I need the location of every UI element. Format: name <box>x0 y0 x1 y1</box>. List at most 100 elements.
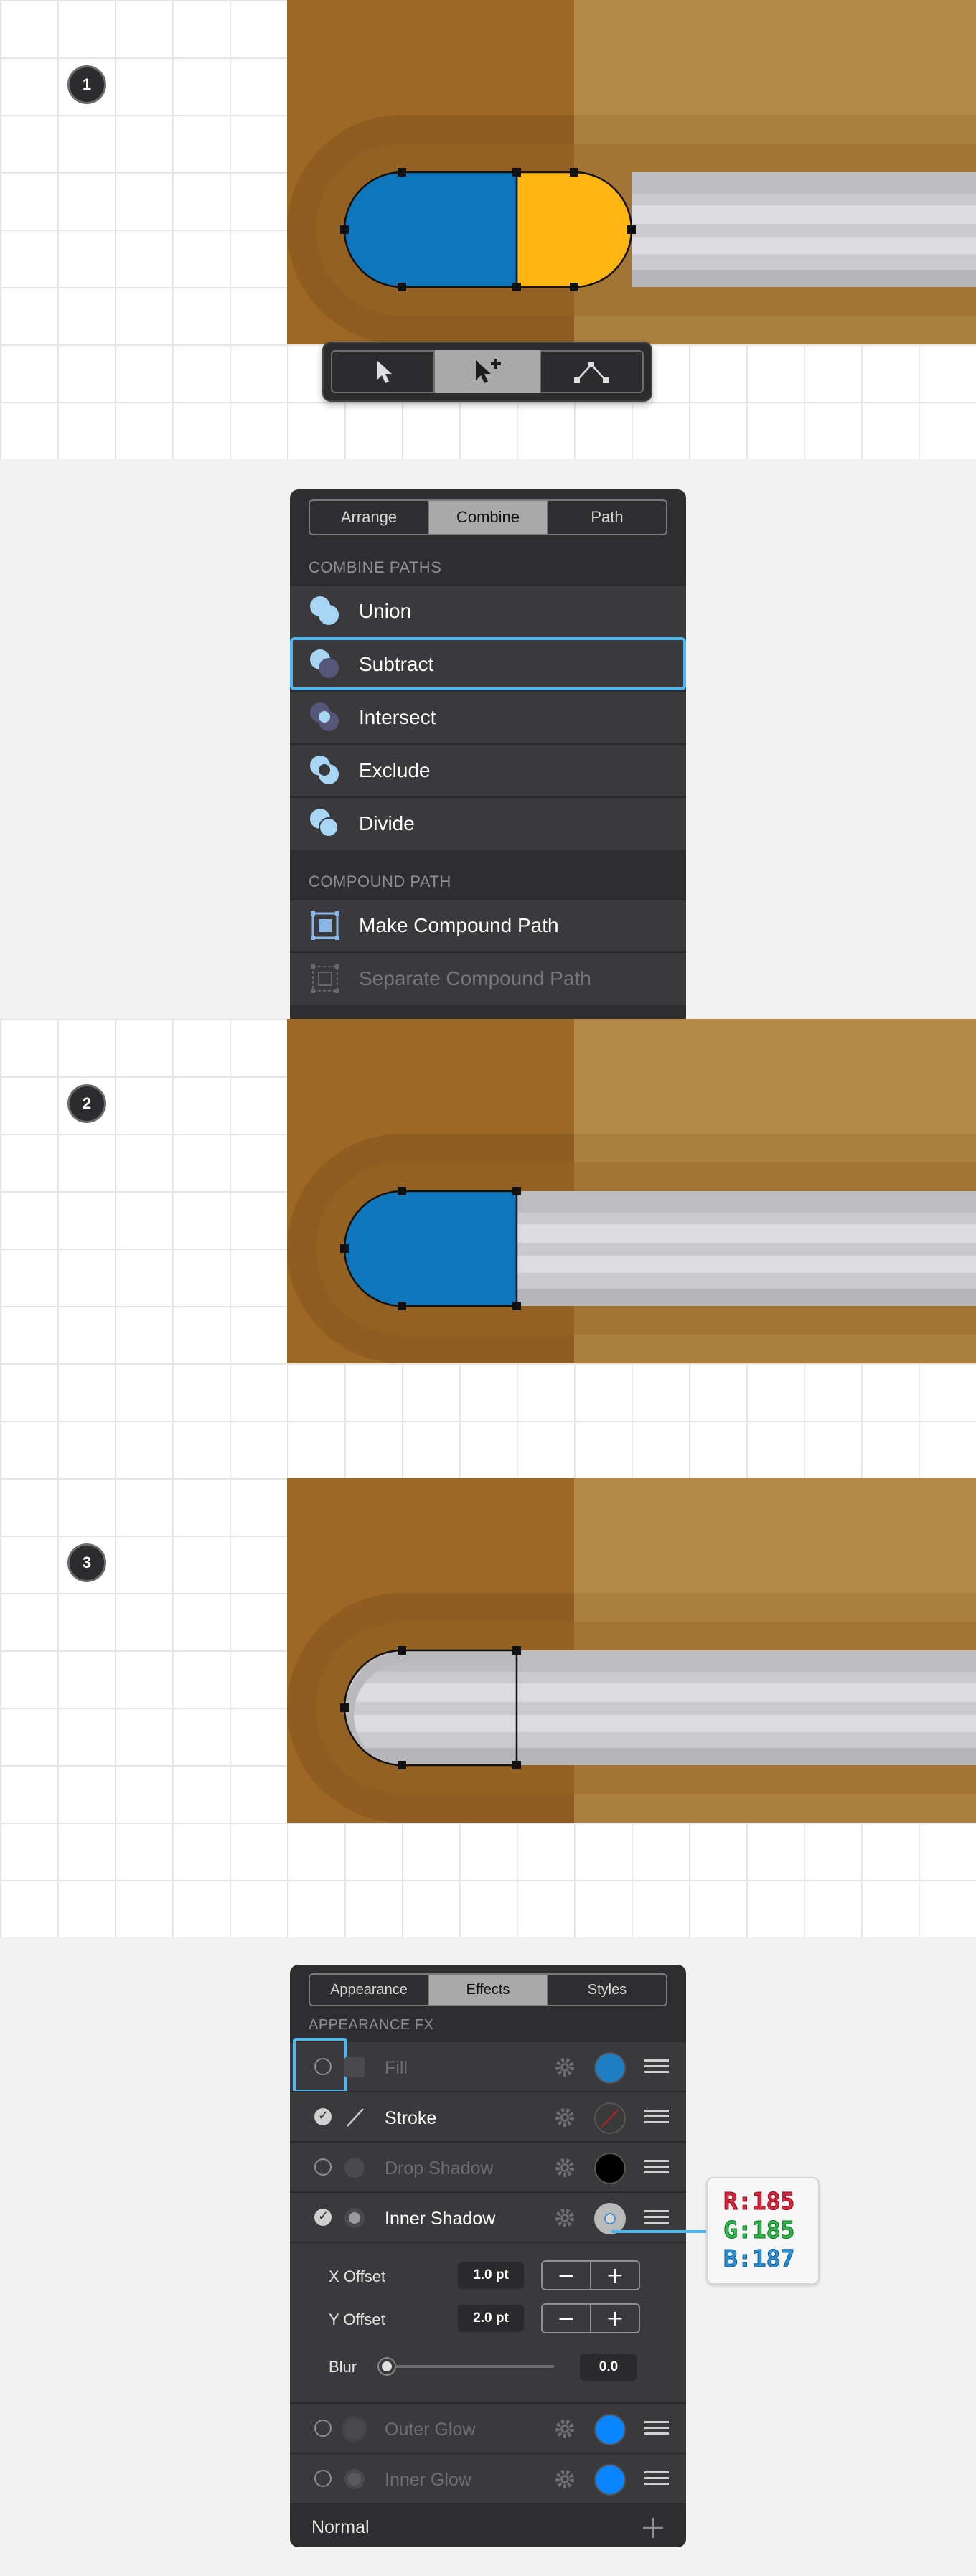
arrow-plus-icon <box>475 359 501 383</box>
fill-swatch-thumb <box>344 2057 365 2077</box>
gear-icon[interactable] <box>553 2467 577 2491</box>
exclude-label: Exclude <box>359 759 431 781</box>
drop-shadow-thumb <box>344 2158 365 2178</box>
drop-shadow-label: Drop Shadow <box>385 2158 494 2178</box>
canvas-step-2: 2 <box>0 1019 976 1478</box>
hamburger-icon[interactable] <box>644 2110 669 2125</box>
tab-combine[interactable]: Combine <box>429 501 548 534</box>
intersect-icon <box>309 701 342 734</box>
blur-slider-thumb[interactable] <box>379 2359 395 2374</box>
tab-path[interactable]: Path <box>548 501 666 534</box>
inner-shadow-label: Inner Shadow <box>385 2209 496 2229</box>
outer-glow-checkbox[interactable] <box>314 2420 332 2437</box>
blur-slider-track[interactable] <box>385 2365 554 2368</box>
subtract-icon <box>309 648 342 681</box>
effects-panel-tabs: Appearance Effects Styles <box>309 1973 667 2006</box>
hamburger-icon[interactable] <box>644 2210 669 2226</box>
step-number-badge: 2 <box>67 1084 106 1123</box>
direct-selection-tool-button[interactable] <box>331 350 436 393</box>
fx-row-stroke[interactable]: Stroke <box>290 2091 686 2141</box>
minus-icon[interactable]: − <box>543 2305 591 2332</box>
fx-row-fill[interactable]: Fill <box>290 2038 686 2092</box>
outer-glow-color-well[interactable] <box>594 2414 626 2445</box>
step-number-badge: 3 <box>67 1543 106 1582</box>
inner-shadow-checkbox[interactable] <box>314 2209 332 2226</box>
step-3-artwork <box>287 1478 976 1823</box>
hamburger-icon[interactable] <box>644 2160 669 2176</box>
inner-glow-checkbox[interactable] <box>314 2470 332 2487</box>
outer-glow-thumb <box>344 2419 365 2439</box>
tab-styles[interactable]: Styles <box>548 1975 666 2005</box>
inner-glow-color-well[interactable] <box>594 2464 626 2496</box>
compound-path-heading: COMPOUND PATH <box>290 850 686 898</box>
path-tool-button[interactable] <box>539 350 644 393</box>
divide-menu-item[interactable]: Divide <box>290 796 686 850</box>
drop-shadow-checkbox[interactable] <box>314 2158 332 2176</box>
effects-footer: Normal <box>290 2503 686 2547</box>
canvas-step-1: 1 <box>0 0 976 459</box>
combine-panel-tabs: Arrange Combine Path <box>309 499 667 535</box>
rgb-color-callout: R:185 G:185 B:187 <box>706 2177 820 2285</box>
inner-shadow-thumb <box>344 2208 365 2228</box>
make-compound-path-menu-item[interactable]: Make Compound Path <box>290 898 686 951</box>
fx-row-inner-glow[interactable]: Inner Glow <box>290 2453 686 2503</box>
blur-label: Blur <box>329 2358 357 2376</box>
minus-icon[interactable]: − <box>543 2262 591 2289</box>
x-offset-value[interactable]: 1.0 pt <box>458 2262 524 2289</box>
selection-toolbar <box>322 342 652 402</box>
node-add-selection-tool-button[interactable] <box>435 350 540 393</box>
tab-effects[interactable]: Effects <box>429 1975 548 2005</box>
plus-icon[interactable]: + <box>591 2262 639 2289</box>
fx-row-drop-shadow[interactable]: Drop Shadow <box>290 2141 686 2191</box>
divide-icon <box>309 807 342 840</box>
union-label: Union <box>359 600 412 622</box>
drop-shadow-color-well[interactable] <box>594 2153 626 2184</box>
step-number-badge: 1 <box>67 65 106 104</box>
outer-glow-label: Outer Glow <box>385 2420 476 2440</box>
fill-checkbox[interactable] <box>314 2058 332 2075</box>
hamburger-icon[interactable] <box>644 2421 669 2437</box>
separate-compound-path-label: Separate Compound Path <box>359 967 591 989</box>
stroke-label: Stroke <box>385 2108 437 2128</box>
subtract-menu-item[interactable]: Subtract <box>290 637 686 690</box>
inner-glow-thumb <box>344 2469 365 2489</box>
gear-icon[interactable] <box>553 2105 577 2130</box>
x-offset-stepper[interactable]: − + <box>541 2260 640 2290</box>
hamburger-icon[interactable] <box>644 2471 669 2487</box>
y-offset-value[interactable]: 2.0 pt <box>458 2305 524 2332</box>
exclude-menu-item[interactable]: Exclude <box>290 743 686 796</box>
stroke-line-icon <box>347 2108 364 2127</box>
divide-label: Divide <box>359 812 415 835</box>
canvas-step-3: 3 <box>0 1478 976 1937</box>
tutorial-page: 1 Arrange Combine Path COMBINE PATHS Uni… <box>0 0 976 2576</box>
x-offset-label: X Offset <box>329 2267 386 2285</box>
red-value: R:185 <box>723 2187 795 2216</box>
add-effect-icon[interactable] <box>642 2516 665 2539</box>
green-value: G:185 <box>723 2216 795 2244</box>
stroke-color-well[interactable] <box>594 2102 626 2134</box>
combine-panel: Arrange Combine Path COMBINE PATHS Union… <box>290 489 686 1020</box>
inner-glow-label: Inner Glow <box>385 2470 471 2490</box>
gear-icon[interactable] <box>553 2206 577 2230</box>
fill-color-well[interactable] <box>594 2052 626 2084</box>
fx-row-outer-glow[interactable]: Outer Glow <box>290 2402 686 2453</box>
stroke-checkbox[interactable] <box>314 2108 332 2125</box>
gear-icon[interactable] <box>553 2156 577 2180</box>
intersect-menu-item[interactable]: Intersect <box>290 690 686 743</box>
plus-icon[interactable]: + <box>591 2305 639 2332</box>
separate-compound-icon <box>309 962 342 995</box>
step-2-artwork <box>287 1019 976 1363</box>
make-compound-path-label: Make Compound Path <box>359 914 559 936</box>
hamburger-icon[interactable] <box>644 2059 669 2075</box>
blur-value[interactable]: 0.0 <box>580 2354 637 2381</box>
gear-icon[interactable] <box>553 2417 577 2441</box>
union-menu-item[interactable]: Union <box>290 584 686 637</box>
y-offset-label: Y Offset <box>329 2311 385 2328</box>
separate-compound-path-menu-item: Separate Compound Path <box>290 951 686 1005</box>
gear-icon[interactable] <box>553 2055 577 2079</box>
tab-appearance[interactable]: Appearance <box>310 1975 429 2005</box>
tab-arrange[interactable]: Arrange <box>310 501 429 534</box>
blend-mode-selector[interactable]: Normal <box>311 2517 370 2538</box>
appearance-fx-heading: APPEARANCE FX <box>309 2017 434 2033</box>
y-offset-stepper[interactable]: − + <box>541 2303 640 2333</box>
